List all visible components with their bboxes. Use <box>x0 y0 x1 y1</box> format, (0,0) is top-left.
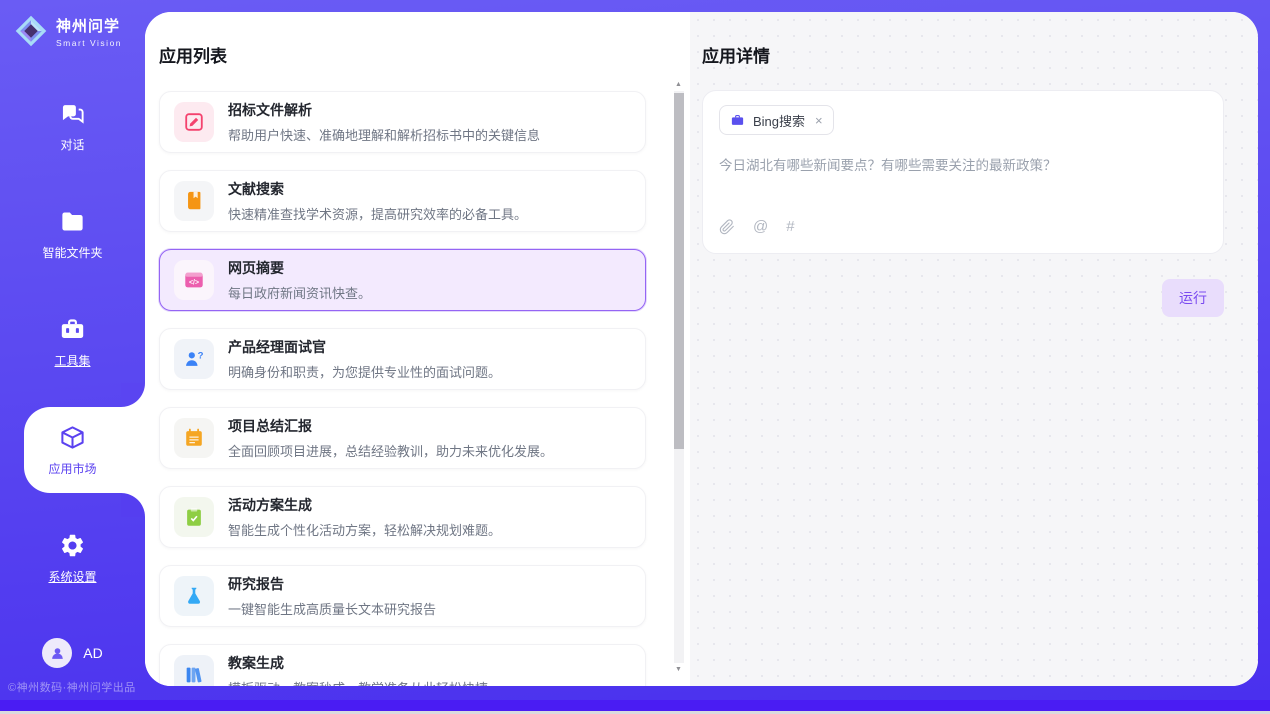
app-list-panel: 应用列表 招标文件解析帮助用户快速、准确地理解和解析招标书中的关键信息文献搜索快… <box>145 12 690 686</box>
app-name: 研究报告 <box>228 574 436 594</box>
app-card[interactable]: 招标文件解析帮助用户快速、准确地理解和解析招标书中的关键信息 <box>159 91 646 153</box>
chat-icon <box>59 100 86 127</box>
tool-tag-bing-search[interactable]: Bing搜索 × <box>719 105 834 135</box>
svg-text:?: ? <box>198 351 204 362</box>
book-icon <box>174 181 214 221</box>
run-row: 运行 <box>702 279 1224 317</box>
pen-square-icon <box>174 102 214 142</box>
app-description: 全面回顾项目进展，总结经验教训，助力未来优化发展。 <box>228 441 553 460</box>
clipboard-icon <box>174 497 214 537</box>
paperclip-icon[interactable] <box>719 219 735 235</box>
brand-subtitle: Smart Vision <box>56 38 122 48</box>
user-row[interactable]: AD <box>0 638 145 668</box>
copyright-footer: ©神州数码·神州问学出品 <box>8 679 136 695</box>
sidebar-item-app-market[interactable]: 应用市场 <box>0 396 145 504</box>
sidebar-item-label: 智能文件夹 <box>42 244 102 261</box>
app-name: 文献搜索 <box>228 179 527 199</box>
app-description: 一键智能生成高质量长文本研究报告 <box>228 599 436 618</box>
question-text[interactable]: 今日湖北有哪些新闻要点？有哪些需要关注的最新政策？ <box>719 154 1207 219</box>
app-description: 明确身份和职责，为您提供专业性的面试问题。 <box>228 362 501 381</box>
note-icon <box>174 418 214 458</box>
brand-name: 神州问学 <box>56 15 122 36</box>
scroll-down-icon[interactable]: ▼ <box>675 663 682 676</box>
app-name: 招标文件解析 <box>228 100 540 120</box>
scrollbar-track[interactable] <box>674 91 684 663</box>
app-card[interactable]: 教案生成模板驱动，教案秒成，教学准备从此轻松快捷 <box>159 644 646 686</box>
books-icon <box>174 655 214 686</box>
scroll-up-icon[interactable]: ▲ <box>675 78 682 91</box>
app-card[interactable]: </> 网页摘要每日政府新闻资讯快查。 <box>159 249 646 311</box>
scrollbar-thumb[interactable] <box>674 93 684 449</box>
app-card[interactable]: 文献搜索快速精准查找学术资源，提高研究效率的必备工具。 <box>159 170 646 232</box>
app-description: 快速精准查找学术资源，提高研究效率的必备工具。 <box>228 204 527 223</box>
sidebar-item-toolbox[interactable]: 工具集 <box>0 288 145 396</box>
sidebar-nav: 对话智能文件夹工具集应用市场系统设置 <box>0 72 145 612</box>
user-initials: AD <box>83 645 102 661</box>
toolbox-icon <box>59 316 86 343</box>
app-name: 产品经理面试官 <box>228 337 501 357</box>
app-name: 活动方案生成 <box>228 495 501 515</box>
app-description: 智能生成个性化活动方案，轻松解决规划难题。 <box>228 520 501 539</box>
browser-icon: </> <box>174 260 214 300</box>
app-card[interactable]: 研究报告一键智能生成高质量长文本研究报告 <box>159 565 646 627</box>
folder-icon <box>59 208 86 235</box>
app-card[interactable]: 活动方案生成智能生成个性化活动方案，轻松解决规划难题。 <box>159 486 646 548</box>
sidebar-item-label: 系统设置 <box>48 568 96 585</box>
app-description: 模板驱动，教案秒成，教学准备从此轻松快捷 <box>228 678 488 686</box>
bottom-bar <box>0 700 1270 711</box>
tool-tag-label: Bing搜索 <box>753 111 805 130</box>
app-list-title: 应用列表 <box>159 42 690 67</box>
scrollbar[interactable]: ▲ ▼ <box>672 78 685 676</box>
sidebar: 神州问学 Smart Vision 对话智能文件夹工具集应用市场系统设置 AD … <box>0 0 145 700</box>
sidebar-item-settings[interactable]: 系统设置 <box>0 504 145 612</box>
app-detail-title: 应用详情 <box>702 42 1224 67</box>
at-icon[interactable]: @ <box>753 219 768 235</box>
app-card[interactable]: ? 产品经理面试官明确身份和职责，为您提供专业性的面试问题。 <box>159 328 646 390</box>
app-description: 每日政府新闻资讯快查。 <box>228 283 371 302</box>
app-input-card: Bing搜索 × 今日湖北有哪些新闻要点？有哪些需要关注的最新政策？ @# <box>702 90 1224 254</box>
sidebar-item-label: 应用市场 <box>48 460 96 477</box>
hash-icon[interactable]: # <box>786 219 794 235</box>
main-content: 应用列表 招标文件解析帮助用户快速、准确地理解和解析招标书中的关键信息文献搜索快… <box>145 12 1258 686</box>
sidebar-item-smart-folder[interactable]: 智能文件夹 <box>0 180 145 288</box>
app-card[interactable]: 项目总结汇报全面回顾项目进展，总结经验教训，助力未来优化发展。 <box>159 407 646 469</box>
gear-icon <box>59 532 86 559</box>
flask-icon <box>174 576 214 616</box>
sidebar-item-label: 对话 <box>60 136 84 153</box>
run-button[interactable]: 运行 <box>1162 279 1224 317</box>
avatar[interactable] <box>42 638 72 668</box>
cube-icon <box>59 424 86 451</box>
brand-diamond-icon <box>13 13 49 49</box>
person-icon <box>49 645 66 662</box>
app-frame: 神州问学 Smart Vision 对话智能文件夹工具集应用市场系统设置 AD … <box>0 0 1270 700</box>
sidebar-item-chat[interactable]: 对话 <box>0 72 145 180</box>
briefcase-icon <box>730 113 745 128</box>
app-description: 帮助用户快速、准确地理解和解析招标书中的关键信息 <box>228 125 540 144</box>
app-name: 教案生成 <box>228 653 488 673</box>
attachment-toolbar: @# <box>719 219 1207 239</box>
close-icon[interactable]: × <box>815 113 823 128</box>
app-list: 招标文件解析帮助用户快速、准确地理解和解析招标书中的关键信息文献搜索快速精准查找… <box>159 91 646 686</box>
app-name: 项目总结汇报 <box>228 416 553 436</box>
app-name: 网页摘要 <box>228 258 371 278</box>
app-detail-panel: 应用详情 Bing搜索 × 今日湖北有哪些新闻要点？有哪些需要关注的最新政策？ … <box>690 12 1258 686</box>
svg-text:</>: </> <box>189 279 199 286</box>
brand-logo: 神州问学 Smart Vision <box>13 13 122 49</box>
interview-icon: ? <box>174 339 214 379</box>
sidebar-item-label: 工具集 <box>54 352 90 369</box>
